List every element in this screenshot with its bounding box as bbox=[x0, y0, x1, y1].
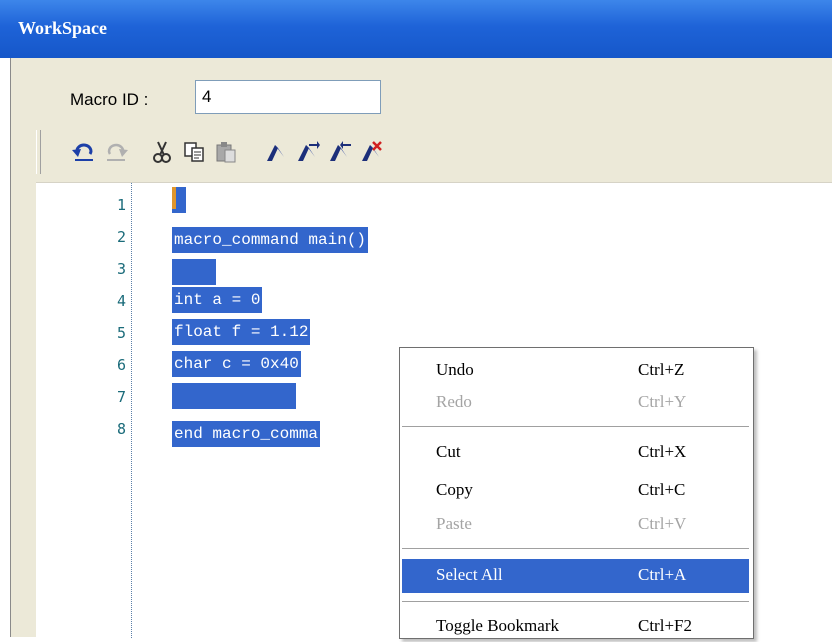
window-title: WorkSpace bbox=[18, 18, 108, 38]
menu-item-cut[interactable]: Cut Ctrl+X bbox=[402, 436, 749, 468]
toggle-bookmark-icon bbox=[267, 145, 284, 161]
undo-icon bbox=[72, 143, 93, 161]
context-menu: Undo Ctrl+Z Redo Ctrl+Y Cut Ctrl+X Copy … bbox=[399, 347, 754, 639]
previous-bookmark-icon bbox=[330, 141, 351, 161]
code-line-selected: macro_command main() bbox=[172, 227, 369, 253]
menu-item-paste[interactable]: Paste Ctrl+V bbox=[402, 508, 749, 540]
menu-separator bbox=[402, 601, 749, 603]
menu-item-shortcut: Ctrl+A bbox=[638, 565, 687, 584]
menu-item-shortcut: Ctrl+F2 bbox=[638, 616, 692, 635]
code-line-selected bbox=[172, 383, 296, 409]
line-number: 5 bbox=[116, 324, 126, 342]
macro-id-input[interactable] bbox=[195, 80, 381, 114]
menu-item-shortcut: Ctrl+V bbox=[638, 514, 687, 533]
editor-toolbar bbox=[36, 124, 832, 182]
menu-item-label: Undo bbox=[436, 360, 474, 379]
toolbar-grip[interactable] bbox=[36, 130, 41, 174]
line-number: 7 bbox=[116, 388, 126, 406]
menu-item-shortcut: Ctrl+Z bbox=[638, 360, 685, 379]
menu-item-label: Select All bbox=[436, 565, 503, 584]
line-number: 1 bbox=[116, 196, 126, 214]
gutter-divider bbox=[131, 183, 132, 638]
redo-button[interactable] bbox=[100, 136, 132, 168]
menu-item-label: Redo bbox=[436, 392, 472, 411]
line-number: 6 bbox=[116, 356, 126, 374]
copy-icon bbox=[184, 142, 204, 162]
title-bar: WorkSpace bbox=[0, 0, 832, 58]
menu-item-shortcut: Ctrl+C bbox=[638, 480, 686, 499]
copy-button[interactable] bbox=[178, 136, 210, 168]
line-number: 4 bbox=[116, 292, 126, 310]
clear-bookmarks-button[interactable] bbox=[356, 136, 388, 168]
line-number: 2 bbox=[116, 228, 126, 246]
menu-item-label: Paste bbox=[436, 514, 472, 533]
next-bookmark-icon bbox=[298, 141, 320, 161]
paste-button[interactable] bbox=[210, 136, 242, 168]
code-line-selected bbox=[172, 259, 216, 285]
text-cursor bbox=[172, 187, 176, 209]
menu-item-label: Cut bbox=[436, 442, 461, 461]
menu-item-redo[interactable]: Redo Ctrl+Y bbox=[402, 386, 749, 418]
menu-item-toggle-bookmark[interactable]: Toggle Bookmark Ctrl+F2 bbox=[402, 610, 749, 642]
code-line-selected: float f = 1.12 bbox=[172, 319, 311, 345]
menu-item-label: Copy bbox=[436, 480, 473, 499]
menu-separator bbox=[402, 426, 749, 428]
macro-id-label: Macro ID : bbox=[70, 90, 149, 109]
line-number: 8 bbox=[116, 420, 126, 438]
code-line-selected: char c = 0x40 bbox=[172, 351, 301, 377]
menu-separator bbox=[402, 548, 749, 550]
code-line-selected: int a = 0 bbox=[172, 287, 263, 313]
paste-icon bbox=[216, 142, 236, 163]
menu-item-shortcut: Ctrl+X bbox=[638, 442, 687, 461]
line-number: 3 bbox=[116, 260, 126, 278]
toggle-bookmark-button[interactable] bbox=[260, 136, 292, 168]
code-line-selected: end macro_comma bbox=[172, 421, 321, 447]
menu-item-copy[interactable]: Copy Ctrl+C bbox=[402, 474, 749, 506]
menu-item-shortcut: Ctrl+Y bbox=[638, 392, 687, 411]
previous-bookmark-button[interactable] bbox=[324, 136, 356, 168]
cut-button[interactable] bbox=[146, 136, 178, 168]
menu-item-undo[interactable]: Undo Ctrl+Z bbox=[402, 354, 749, 386]
redo-icon bbox=[107, 143, 128, 161]
clear-bookmarks-icon bbox=[362, 141, 382, 161]
next-bookmark-button[interactable] bbox=[292, 136, 324, 168]
undo-button[interactable] bbox=[68, 136, 100, 168]
menu-item-select-all[interactable]: Select All Ctrl+A bbox=[402, 559, 749, 593]
menu-item-label: Toggle Bookmark bbox=[436, 616, 559, 635]
cut-icon bbox=[153, 141, 171, 163]
